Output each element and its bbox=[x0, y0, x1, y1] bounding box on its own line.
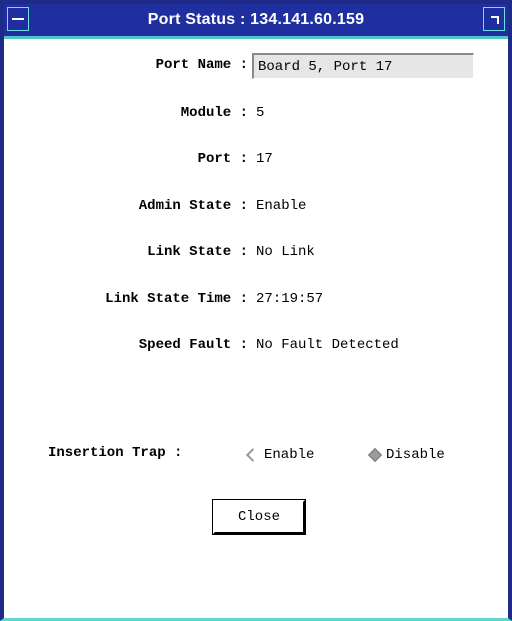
link-state-value: No Link bbox=[256, 244, 315, 260]
port-name-row: Port Name : Board 5, Port 17 bbox=[4, 53, 508, 81]
window-title: Port Status : 134.141.60.159 bbox=[147, 11, 365, 28]
title-bar[interactable]: Port Status : 134.141.60.159 bbox=[4, 4, 508, 39]
port-row: Port : 17 bbox=[4, 147, 508, 175]
link-state-label: Link State : bbox=[147, 244, 248, 260]
resize-corner-icon[interactable] bbox=[483, 7, 505, 31]
admin-state-value: Enable bbox=[256, 198, 307, 214]
port-name-field[interactable]: Board 5, Port 17 bbox=[252, 53, 474, 79]
module-row: Module : 5 bbox=[4, 101, 508, 129]
module-value: 5 bbox=[256, 105, 265, 121]
insertion-trap-enable-label: Enable bbox=[264, 447, 315, 463]
insertion-trap-disable-label: Disable bbox=[386, 447, 445, 463]
port-name-label: Port Name : bbox=[155, 57, 248, 73]
insertion-trap-enable-radio[interactable]: Enable bbox=[245, 443, 315, 467]
insertion-trap-disable-radio[interactable]: Disable bbox=[367, 443, 445, 467]
diamond-radio-off-icon bbox=[245, 447, 261, 463]
speed-fault-label: Speed Fault : bbox=[138, 337, 248, 353]
admin-state-row: Admin State : Enable bbox=[4, 194, 508, 222]
admin-state-label: Admin State : bbox=[138, 198, 248, 214]
port-value: 17 bbox=[256, 151, 273, 167]
link-state-row: Link State : No Link bbox=[4, 240, 508, 268]
link-state-time-label: Link State Time : bbox=[105, 291, 248, 307]
link-state-time-value: 27:19:57 bbox=[256, 291, 324, 307]
speed-fault-row: Speed Fault : No Fault Detected bbox=[4, 333, 508, 361]
port-label: Port : bbox=[197, 151, 248, 167]
window-menu-icon[interactable] bbox=[7, 7, 29, 31]
link-state-time-row: Link State Time : 27:19:57 bbox=[4, 287, 508, 315]
module-label: Module : bbox=[180, 105, 248, 121]
insertion-trap-label: Insertion Trap : bbox=[48, 445, 183, 461]
port-status-window: Port Status : 134.141.60.159 Port Name :… bbox=[0, 0, 512, 621]
close-button[interactable]: Close bbox=[212, 499, 306, 535]
diamond-radio-on-icon bbox=[367, 447, 383, 463]
speed-fault-value: No Fault Detected bbox=[256, 337, 399, 353]
insertion-trap-row: Insertion Trap : Enable Disable bbox=[4, 441, 508, 469]
